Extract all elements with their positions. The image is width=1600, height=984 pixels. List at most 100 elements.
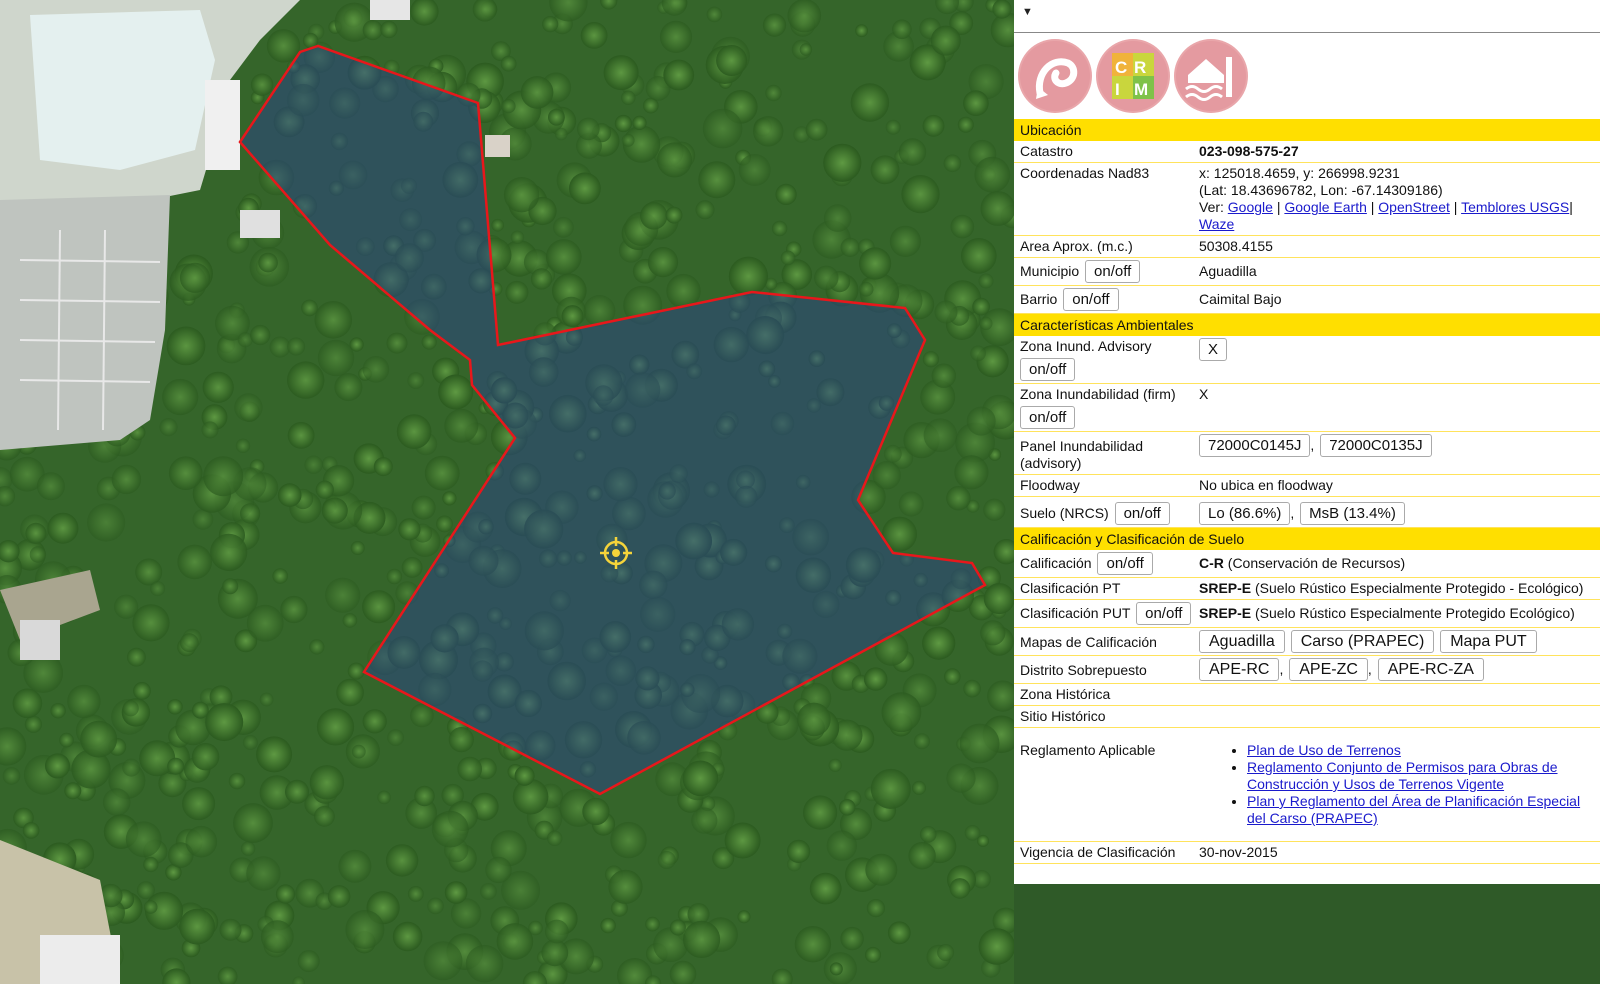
flood-house-logo[interactable] [1174, 39, 1248, 113]
tree-crown [978, 928, 1014, 965]
coord-xy: x: 125018.4659, y: 266998.9231 [1199, 165, 1400, 181]
tree-crown [657, 142, 692, 178]
tree-crown [427, 897, 444, 915]
zona-inund-adv-onoff-button[interactable]: on/off [1020, 358, 1076, 381]
distrito-ape-rc-za-button[interactable]: APE-RC-ZA [1377, 658, 1484, 681]
tree-crown [561, 305, 584, 327]
tree-crown [665, 206, 683, 224]
municipio-onoff-button[interactable]: on/off [1085, 260, 1141, 283]
tree-crown [386, 332, 408, 354]
crim-logo[interactable]: C R I M [1096, 39, 1170, 113]
distrito-ape-rc-button[interactable]: APE-RC [1199, 658, 1280, 681]
panel-button-1[interactable]: 72000C0145J [1199, 434, 1311, 457]
tree-crown [414, 785, 435, 807]
tree-crown [386, 568, 403, 585]
info-panel: ▼ C R I M Ubicación Catastro 023-098-575… [1014, 0, 1600, 884]
suelo-onoff-button[interactable]: on/off [1114, 502, 1170, 525]
link-google-earth[interactable]: Google Earth [1284, 199, 1367, 215]
row-clasificacion-pt: Clasificación PT SREP-E (Suelo Rústico E… [1014, 578, 1600, 600]
mapas-values: Aguadilla Carso (PRAPEC) Mapa PUT [1199, 630, 1600, 653]
tree-crown [235, 438, 251, 453]
tree-crown [683, 920, 721, 959]
tree-crown [423, 941, 463, 981]
tree-crown [547, 830, 563, 846]
suelo-label-cell: Suelo (NRCS) on/off [1014, 499, 1199, 525]
tree-crown [133, 682, 151, 700]
tree-crown [803, 795, 838, 830]
reglamento-link-prapec[interactable]: Plan y Reglamento del Área de Planificac… [1247, 793, 1580, 826]
tree-crown [233, 803, 273, 843]
tree-crown [840, 926, 864, 951]
tree-crown [887, 921, 911, 945]
tree-crown [881, 692, 922, 733]
tree-crown [922, 114, 945, 137]
suelo-button-2[interactable]: MsB (13.4%) [1300, 502, 1405, 525]
mapa-put-button[interactable]: Mapa PUT [1440, 630, 1537, 653]
calificacion-onoff-button[interactable]: on/off [1097, 552, 1153, 575]
mapa-carso-button[interactable]: Carso (PRAPEC) [1290, 630, 1435, 653]
tree-crown [407, 372, 425, 389]
zona-inund-adv-label: Zona Inund. Advisory [1020, 338, 1152, 354]
zona-inund-adv-value-cell: X [1199, 338, 1600, 381]
zona-inund-adv-value-button[interactable]: X [1199, 338, 1228, 361]
reglamento-item: Reglamento Conjunto de Permisos para Obr… [1247, 759, 1596, 793]
panel-button-2[interactable]: 72000C0135J [1320, 434, 1432, 457]
tree-crown [36, 472, 65, 501]
tree-crown [317, 339, 355, 377]
tree-crown [966, 406, 996, 436]
reglamento-link-conjunto[interactable]: Reglamento Conjunto de Permisos para Obr… [1247, 759, 1558, 792]
tree-crown [401, 557, 423, 578]
tree-crown [944, 668, 961, 685]
ogpe-logo[interactable] [1018, 39, 1092, 113]
tree-crown [805, 118, 828, 141]
row-panel-inundabilidad: Panel Inundabilidad (advisory) 72000C014… [1014, 432, 1600, 475]
tree-crown [182, 787, 216, 821]
satellite-map[interactable] [0, 0, 1014, 984]
tree-crown [828, 758, 842, 772]
barrio-onoff-button[interactable]: on/off [1063, 288, 1119, 311]
link-temblores-usgs[interactable]: Temblores USGS [1461, 199, 1569, 215]
tree-crown [351, 744, 366, 759]
tree-crown [64, 782, 82, 800]
panel-inund-values: 72000C0145J, 72000C0135J [1199, 434, 1600, 472]
tree-crown [554, 127, 568, 141]
tree-crown [974, 156, 1011, 193]
tree-crown [457, 756, 483, 782]
tree-crown [87, 503, 126, 542]
tree-crown [272, 568, 289, 584]
tree-crown [943, 154, 962, 173]
tree-crown [702, 108, 743, 149]
reglamento-list-cell: Plan de Uso de Terrenos Reglamento Conju… [1199, 742, 1600, 827]
mapa-aguadilla-button[interactable]: Aguadilla [1199, 630, 1285, 653]
tree-crown [442, 491, 457, 506]
tree-crown [250, 73, 274, 96]
tree-crown [240, 841, 256, 856]
tree-crown [728, 256, 769, 296]
link-waze[interactable]: Waze [1199, 216, 1234, 232]
tree-crown [814, 265, 839, 290]
tree-crown [919, 826, 937, 843]
tree-crown [959, 723, 1000, 764]
zona-historica-label: Zona Histórica [1020, 686, 1111, 702]
tree-crown [892, 19, 912, 40]
tree-crown [840, 237, 860, 257]
clasificacion-put-label: Clasificación PUT [1020, 605, 1131, 621]
link-google[interactable]: Google [1228, 199, 1273, 215]
tree-crown [787, 839, 811, 864]
distrito-ape-zc-button[interactable]: APE-ZC [1289, 658, 1368, 681]
reglamento-link-put[interactable]: Plan de Uso de Terrenos [1247, 742, 1401, 758]
tree-crown [438, 374, 474, 410]
zona-inund-firm-onoff-button[interactable]: on/off [1020, 406, 1076, 429]
link-openstreet[interactable]: OpenStreet [1378, 199, 1450, 215]
tree-crown [737, 910, 751, 924]
row-zona-historica: Zona Histórica [1014, 684, 1600, 706]
clasificacion-put-onoff-button[interactable]: on/off [1136, 602, 1192, 625]
area-label: Area Aprox. (m.c.) [1020, 238, 1133, 254]
dropdown-caret-icon[interactable]: ▼ [1022, 6, 1033, 18]
tree-crown [659, 20, 693, 53]
tree-crown [548, 108, 565, 126]
tree-crown [2, 767, 21, 785]
tree-crown [972, 297, 990, 316]
tree-crown [347, 662, 365, 680]
suelo-button-1[interactable]: Lo (86.6%) [1199, 502, 1291, 525]
